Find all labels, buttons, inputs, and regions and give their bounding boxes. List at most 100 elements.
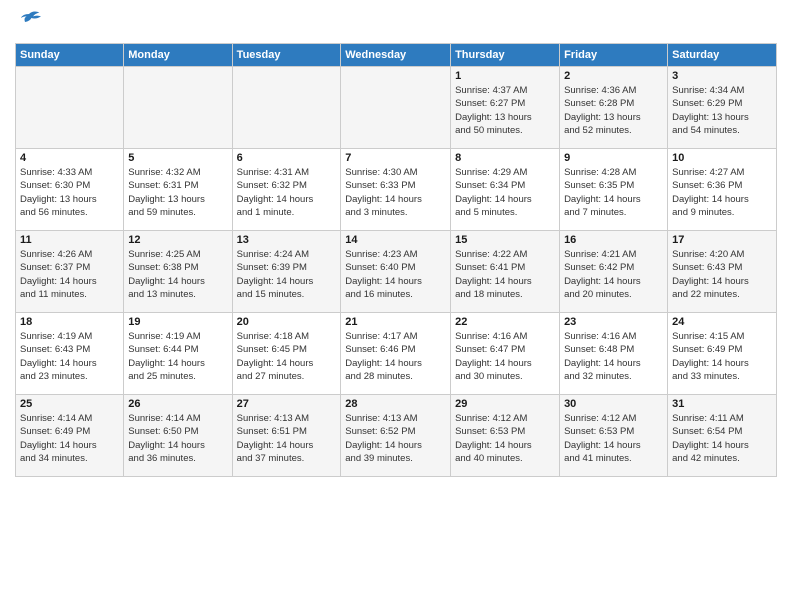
day-number: 12 <box>128 234 227 246</box>
day-info: Sunrise: 4:32 AM Sunset: 6:31 PM Dayligh… <box>128 166 227 219</box>
day-cell: 23 Sunrise: 4:16 AM Sunset: 6:48 PM Dayli… <box>560 313 668 395</box>
day-cell <box>232 67 341 149</box>
day-info: Sunrise: 4:25 AM Sunset: 6:38 PM Dayligh… <box>128 248 227 301</box>
day-cell <box>341 67 451 149</box>
day-number: 23 <box>564 316 663 328</box>
day-number: 22 <box>455 316 555 328</box>
day-cell: 26 Sunrise: 4:14 AM Sunset: 6:50 PM Dayli… <box>124 395 232 477</box>
day-info: Sunrise: 4:12 AM Sunset: 6:53 PM Dayligh… <box>564 412 663 465</box>
day-number: 4 <box>20 152 119 164</box>
day-info: Sunrise: 4:22 AM Sunset: 6:41 PM Dayligh… <box>455 248 555 301</box>
day-info: Sunrise: 4:28 AM Sunset: 6:35 PM Dayligh… <box>564 166 663 219</box>
day-cell: 7 Sunrise: 4:30 AM Sunset: 6:33 PM Daylig… <box>341 149 451 231</box>
day-cell: 9 Sunrise: 4:28 AM Sunset: 6:35 PM Daylig… <box>560 149 668 231</box>
day-number: 7 <box>345 152 446 164</box>
day-cell: 21 Sunrise: 4:17 AM Sunset: 6:46 PM Dayli… <box>341 313 451 395</box>
day-cell: 8Sunrise: 4:29 AM Sunset: 6:34 PM Daylig… <box>451 149 560 231</box>
day-number: 16 <box>564 234 663 246</box>
day-info: Sunrise: 4:14 AM Sunset: 6:49 PM Dayligh… <box>20 412 119 465</box>
day-number: 15 <box>455 234 555 246</box>
page-container: SundayMondayTuesdayWednesdayThursdayFrid… <box>0 0 792 487</box>
day-cell <box>16 67 124 149</box>
day-cell: 17Sunrise: 4:20 AM Sunset: 6:43 PM Dayli… <box>668 231 777 313</box>
day-cell <box>124 67 232 149</box>
day-cell: 24Sunrise: 4:15 AM Sunset: 6:49 PM Dayli… <box>668 313 777 395</box>
day-number: 30 <box>564 398 663 410</box>
day-cell: 19Sunrise: 4:19 AM Sunset: 6:44 PM Dayli… <box>124 313 232 395</box>
header-cell-tuesday: Tuesday <box>232 44 341 67</box>
logo <box>15 10 41 35</box>
page-header <box>15 10 777 35</box>
day-info: Sunrise: 4:16 AM Sunset: 6:48 PM Dayligh… <box>564 330 663 383</box>
day-cell: 11 Sunrise: 4:26 AM Sunset: 6:37 PM Dayli… <box>16 231 124 313</box>
day-cell: 30 Sunrise: 4:12 AM Sunset: 6:53 PM Dayli… <box>560 395 668 477</box>
calendar-table: SundayMondayTuesdayWednesdayThursdayFrid… <box>15 43 777 477</box>
day-info: Sunrise: 4:13 AM Sunset: 6:52 PM Dayligh… <box>345 412 446 465</box>
header-cell-saturday: Saturday <box>668 44 777 67</box>
day-cell: 14 Sunrise: 4:23 AM Sunset: 6:40 PM Dayli… <box>341 231 451 313</box>
calendar-body: 1 Sunrise: 4:37 AM Sunset: 6:27 PM Daylig… <box>16 67 777 477</box>
day-number: 24 <box>672 316 772 328</box>
day-info: Sunrise: 4:30 AM Sunset: 6:33 PM Dayligh… <box>345 166 446 219</box>
day-number: 28 <box>345 398 446 410</box>
day-number: 19 <box>128 316 227 328</box>
week-row-5: 25 Sunrise: 4:14 AM Sunset: 6:49 PM Dayli… <box>16 395 777 477</box>
day-info: Sunrise: 4:18 AM Sunset: 6:45 PM Dayligh… <box>237 330 337 383</box>
day-cell: 5 Sunrise: 4:32 AM Sunset: 6:31 PM Daylig… <box>124 149 232 231</box>
day-info: Sunrise: 4:23 AM Sunset: 6:40 PM Dayligh… <box>345 248 446 301</box>
day-number: 27 <box>237 398 337 410</box>
day-cell: 18Sunrise: 4:19 AM Sunset: 6:43 PM Dayli… <box>16 313 124 395</box>
day-number: 9 <box>564 152 663 164</box>
day-number: 21 <box>345 316 446 328</box>
day-info: Sunrise: 4:29 AM Sunset: 6:34 PM Dayligh… <box>455 166 555 219</box>
day-info: Sunrise: 4:34 AM Sunset: 6:29 PM Dayligh… <box>672 84 772 137</box>
day-number: 6 <box>237 152 337 164</box>
logo-icon <box>17 10 41 30</box>
day-cell: 31 Sunrise: 4:11 AM Sunset: 6:54 PM Dayli… <box>668 395 777 477</box>
day-cell: 16Sunrise: 4:21 AM Sunset: 6:42 PM Dayli… <box>560 231 668 313</box>
day-info: Sunrise: 4:13 AM Sunset: 6:51 PM Dayligh… <box>237 412 337 465</box>
day-number: 20 <box>237 316 337 328</box>
day-info: Sunrise: 4:20 AM Sunset: 6:43 PM Dayligh… <box>672 248 772 301</box>
day-number: 13 <box>237 234 337 246</box>
day-info: Sunrise: 4:33 AM Sunset: 6:30 PM Dayligh… <box>20 166 119 219</box>
day-cell: 12 Sunrise: 4:25 AM Sunset: 6:38 PM Dayli… <box>124 231 232 313</box>
header-cell-thursday: Thursday <box>451 44 560 67</box>
day-number: 25 <box>20 398 119 410</box>
day-info: Sunrise: 4:26 AM Sunset: 6:37 PM Dayligh… <box>20 248 119 301</box>
day-cell: 29Sunrise: 4:12 AM Sunset: 6:53 PM Dayli… <box>451 395 560 477</box>
week-row-3: 11 Sunrise: 4:26 AM Sunset: 6:37 PM Dayli… <box>16 231 777 313</box>
day-number: 18 <box>20 316 119 328</box>
header-cell-monday: Monday <box>124 44 232 67</box>
header-cell-friday: Friday <box>560 44 668 67</box>
day-number: 26 <box>128 398 227 410</box>
day-cell: 6Sunrise: 4:31 AM Sunset: 6:32 PM Daylig… <box>232 149 341 231</box>
day-info: Sunrise: 4:17 AM Sunset: 6:46 PM Dayligh… <box>345 330 446 383</box>
day-info: Sunrise: 4:12 AM Sunset: 6:53 PM Dayligh… <box>455 412 555 465</box>
day-info: Sunrise: 4:36 AM Sunset: 6:28 PM Dayligh… <box>564 84 663 137</box>
day-cell: 10Sunrise: 4:27 AM Sunset: 6:36 PM Dayli… <box>668 149 777 231</box>
calendar-header-row: SundayMondayTuesdayWednesdayThursdayFrid… <box>16 44 777 67</box>
day-info: Sunrise: 4:14 AM Sunset: 6:50 PM Dayligh… <box>128 412 227 465</box>
day-cell: 22Sunrise: 4:16 AM Sunset: 6:47 PM Dayli… <box>451 313 560 395</box>
day-cell: 20 Sunrise: 4:18 AM Sunset: 6:45 PM Dayli… <box>232 313 341 395</box>
day-number: 31 <box>672 398 772 410</box>
day-cell: 2Sunrise: 4:36 AM Sunset: 6:28 PM Daylig… <box>560 67 668 149</box>
day-cell: 13 Sunrise: 4:24 AM Sunset: 6:39 PM Dayli… <box>232 231 341 313</box>
day-cell: 15 Sunrise: 4:22 AM Sunset: 6:41 PM Dayli… <box>451 231 560 313</box>
day-number: 11 <box>20 234 119 246</box>
day-info: Sunrise: 4:37 AM Sunset: 6:27 PM Dayligh… <box>455 84 555 137</box>
week-row-2: 4 Sunrise: 4:33 AM Sunset: 6:30 PM Daylig… <box>16 149 777 231</box>
day-cell: 27 Sunrise: 4:13 AM Sunset: 6:51 PM Dayli… <box>232 395 341 477</box>
day-cell: 4 Sunrise: 4:33 AM Sunset: 6:30 PM Daylig… <box>16 149 124 231</box>
day-number: 14 <box>345 234 446 246</box>
week-row-1: 1 Sunrise: 4:37 AM Sunset: 6:27 PM Daylig… <box>16 67 777 149</box>
day-info: Sunrise: 4:11 AM Sunset: 6:54 PM Dayligh… <box>672 412 772 465</box>
day-number: 5 <box>128 152 227 164</box>
header-cell-sunday: Sunday <box>16 44 124 67</box>
day-number: 1 <box>455 70 555 82</box>
day-info: Sunrise: 4:24 AM Sunset: 6:39 PM Dayligh… <box>237 248 337 301</box>
header-cell-wednesday: Wednesday <box>341 44 451 67</box>
day-info: Sunrise: 4:27 AM Sunset: 6:36 PM Dayligh… <box>672 166 772 219</box>
day-number: 3 <box>672 70 772 82</box>
